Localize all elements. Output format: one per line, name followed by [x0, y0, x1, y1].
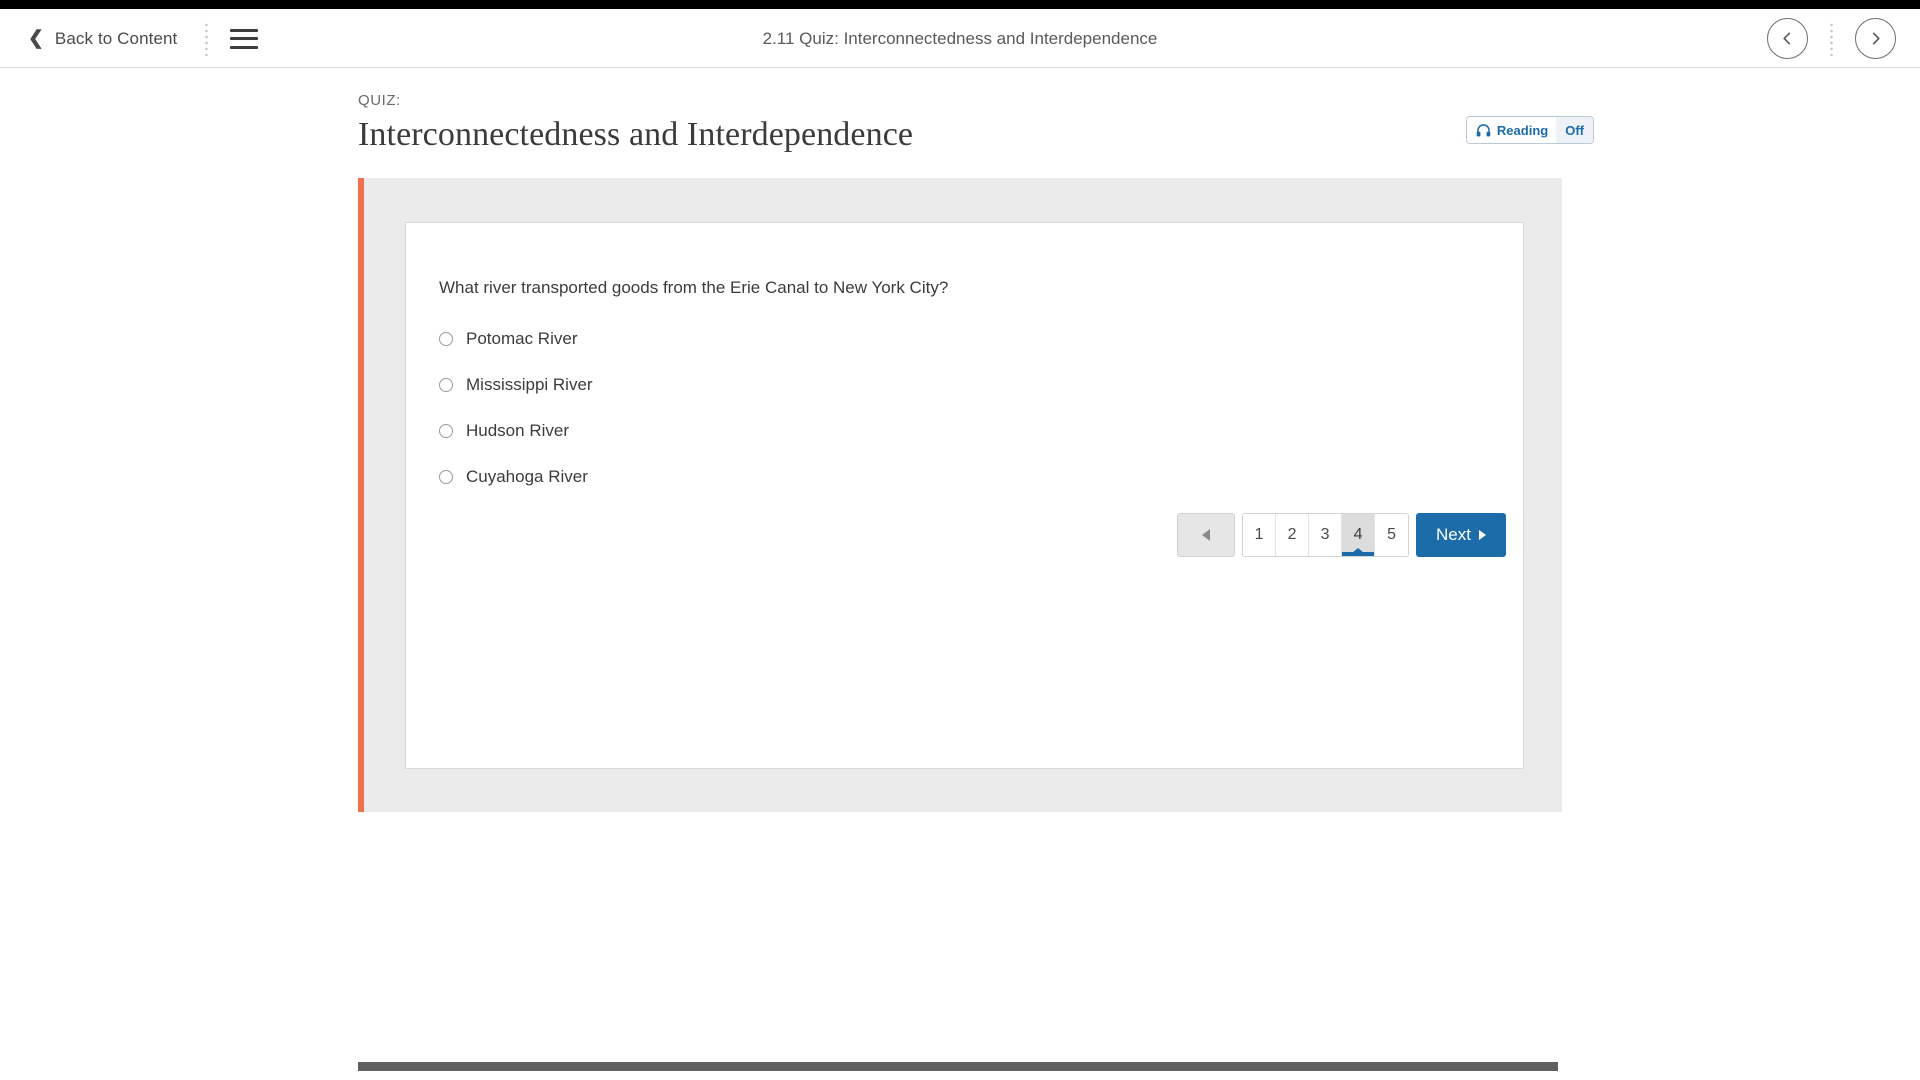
horizontal-scrollbar-thumb[interactable] — [358, 1062, 1558, 1071]
previous-page-button[interactable] — [1177, 513, 1236, 557]
back-to-content-button[interactable]: ❮ Back to Content — [24, 23, 181, 55]
answer-option-label: Mississippi River — [466, 375, 593, 394]
radio-button-icon[interactable] — [439, 332, 453, 346]
reading-state-badge: Off — [1556, 117, 1593, 143]
answer-option-label: Potomac River — [466, 329, 578, 348]
answer-option[interactable]: Potomac River — [439, 316, 1439, 362]
active-page-caret-icon — [1352, 548, 1365, 553]
page-number-button-active[interactable]: 4 — [1342, 514, 1376, 556]
answer-option[interactable]: Mississippi River — [439, 362, 1439, 408]
page-number-button[interactable]: 1 — [1243, 514, 1277, 556]
page-number-button[interactable]: 3 — [1309, 514, 1343, 556]
page-number-button[interactable]: 2 — [1276, 514, 1310, 556]
answer-option-label: Cuyahoga River — [466, 467, 588, 486]
hamburger-bar — [230, 45, 259, 49]
triangle-right-icon — [1479, 530, 1486, 540]
page-title: 2.11 Quiz: Interconnectedness and Interd… — [762, 29, 1158, 48]
quiz-heading-block: QUIZ: Interconnectedness and Interdepend… — [358, 92, 1558, 154]
radio-button-icon[interactable] — [439, 424, 453, 438]
question-card: What river transported goods from the Er… — [405, 222, 1524, 769]
horizontal-scrollbar-track[interactable] — [0, 1054, 1920, 1080]
quiz-title: Interconnectedness and Interdependence — [358, 116, 914, 153]
next-button-label: Next — [1436, 525, 1471, 544]
answer-options-list: Potomac River Mississippi River Hudson R… — [439, 316, 1439, 500]
pagination-controls: 1 2 3 4 5 Next — [1177, 513, 1506, 557]
page-number-button[interactable]: 5 — [1375, 514, 1409, 556]
header-left-group: ❮ Back to Content — [24, 9, 259, 68]
answer-option[interactable]: Hudson River — [439, 408, 1439, 454]
page-number-group: 1 2 3 4 5 — [1242, 513, 1410, 557]
radio-button-icon[interactable] — [439, 470, 453, 484]
reading-toggle-button[interactable]: Reading Off — [1465, 116, 1594, 144]
answer-option[interactable]: Cuyahoga River — [439, 454, 1439, 500]
chevron-left-icon: ❮ — [28, 28, 44, 49]
app-header: ❮ Back to Content 2.11 Quiz: Interconnec… — [0, 9, 1920, 68]
headphones-icon — [1476, 123, 1491, 137]
radio-button-icon[interactable] — [439, 378, 453, 392]
answer-option-label: Hudson River — [466, 421, 569, 440]
back-to-content-label: Back to Content — [54, 28, 178, 48]
vertical-dots-divider-icon — [1830, 21, 1833, 56]
quiz-kicker: QUIZ: — [358, 92, 401, 109]
hamburger-bar — [230, 37, 259, 40]
triangle-left-icon — [1202, 529, 1211, 541]
quiz-content-panel: What river transported goods from the Er… — [358, 178, 1562, 812]
header-right-group — [1767, 9, 1896, 68]
next-page-button[interactable]: Next — [1416, 513, 1506, 557]
question-text: What river transported goods from the Er… — [439, 278, 949, 297]
accent-bar — [358, 178, 364, 812]
circle-chevron-right-icon[interactable] — [1855, 18, 1896, 59]
reading-label: Reading — [1496, 122, 1549, 138]
circle-chevron-left-icon[interactable] — [1767, 18, 1808, 59]
vertical-dots-divider-icon — [205, 21, 209, 56]
reading-toggle-main: Reading — [1466, 117, 1557, 143]
top-black-bar — [0, 0, 1920, 9]
hamburger-menu-icon[interactable] — [230, 28, 259, 49]
hamburger-bar — [230, 28, 259, 32]
